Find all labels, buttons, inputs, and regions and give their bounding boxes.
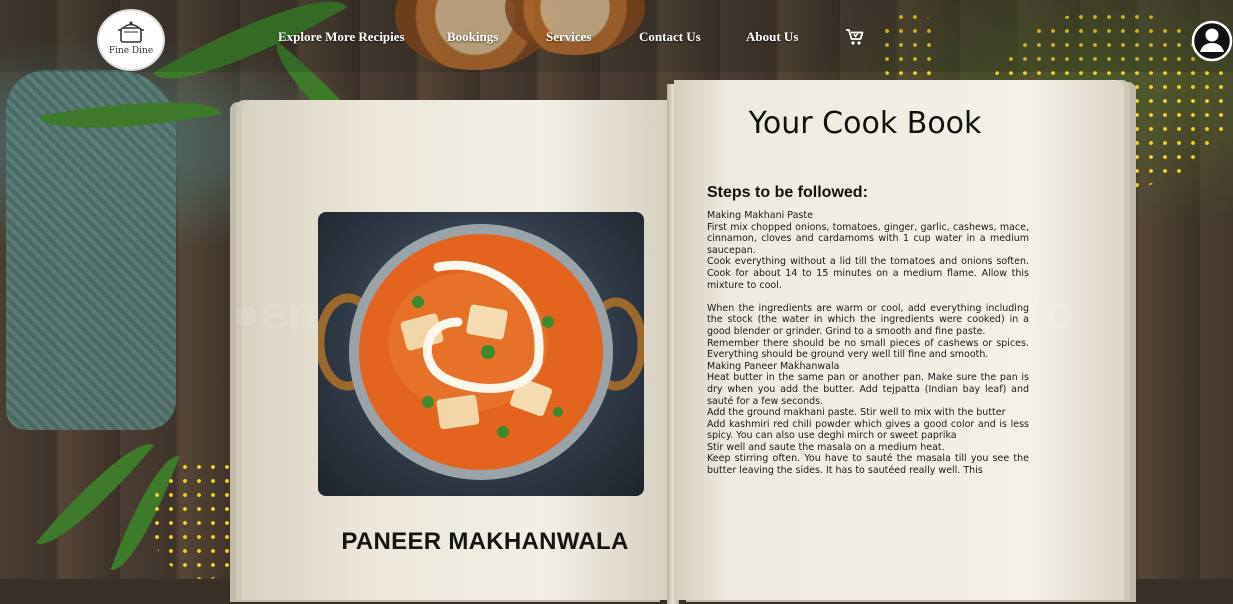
dish-illustration (318, 224, 644, 480)
step-text: Cook everything without a lid till the t… (707, 256, 1029, 291)
step-text: Making Paneer Makhanwala (707, 360, 840, 372)
nav-link-contact-us[interactable]: Contact Us (639, 29, 701, 45)
nav-link-about-us[interactable]: About Us (746, 29, 798, 45)
paneer-makhanwala-photo (318, 212, 644, 496)
nav-link-services[interactable]: Services (546, 29, 591, 45)
step-text: Heat butter in the same pan or another p… (707, 372, 1029, 407)
step-text: First mix chopped onions, tomatoes, ging… (707, 221, 1029, 256)
step-text: Add kashmiri red chili powder which give… (707, 418, 1029, 442)
step-text: Add the ground makhani paste. Stir well … (707, 407, 1006, 419)
top-navigation-bar: Fine Dine Explore More Recipies Bookings… (0, 0, 1233, 72)
steps-heading: Steps to be followed: (707, 184, 868, 201)
cook-book-heading: Your Cook Book (748, 106, 982, 141)
logo-text: Fine Dine (108, 46, 154, 56)
dish-name-title: PANEER MAKHANWALA (341, 528, 629, 555)
step-text: Remember there should be no small pieces… (707, 337, 1029, 361)
user-profile-icon[interactable] (1191, 20, 1233, 62)
cart-icon[interactable] (845, 27, 865, 47)
step-text: Making Makhani Paste (707, 210, 813, 221)
nav-link-bookings[interactable]: Bookings (447, 29, 498, 45)
step-text: Keep stirring often. You have to sauté t… (707, 453, 1029, 477)
cooking-pot-icon (118, 21, 144, 43)
fine-dine-logo[interactable]: Fine Dine (97, 9, 165, 71)
watermark: ●en (232, 287, 318, 340)
nav-link-explore-recipes[interactable]: Explore More Recipies (278, 29, 405, 45)
step-text: When the ingredients are warm or cool, a… (707, 302, 1029, 337)
step-text: Stir well and saute the masala on a medi… (707, 441, 945, 453)
recipe-steps-text: Making Makhani Paste First mix chopped o… (707, 210, 1029, 579)
